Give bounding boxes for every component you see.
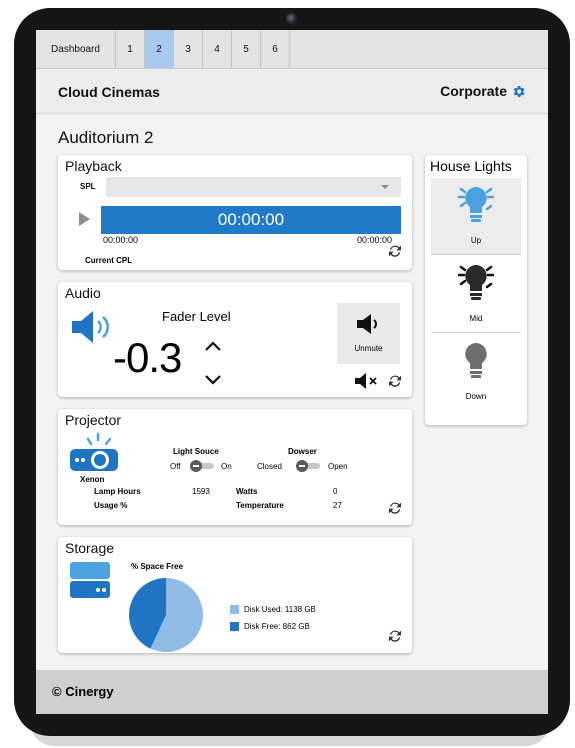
app-screen: Dashboard 1 2 3 4 5 6 Cloud Cinemas Corp…: [36, 30, 548, 714]
refresh-icon[interactable]: [387, 243, 403, 259]
storage-drive-icon: [70, 562, 110, 598]
projector-card: Projector Xenon Light Souce Dowser Off O…: [58, 409, 412, 525]
tab-3[interactable]: 3: [174, 30, 203, 68]
play-button[interactable]: [79, 212, 90, 226]
lightbulb-icon: [458, 187, 494, 222]
lamp-hours-label: Lamp Hours: [94, 487, 141, 496]
house-lights-title: House Lights: [430, 158, 512, 174]
projector-icon: [70, 432, 118, 471]
watts-label: Watts: [236, 487, 258, 496]
time-start: 00:00:00: [103, 235, 139, 245]
light-on-label: On: [221, 462, 232, 471]
legend-used: Disk Used: 1138 GB: [244, 605, 316, 614]
unmute-label: Unmute: [354, 344, 383, 353]
audio-card: Audio Fader Level -0.3 Unmute: [58, 282, 412, 397]
legend-free: Disk Free: 862 GB: [244, 622, 310, 631]
projector-title: Projector: [65, 412, 122, 428]
lightbulb-icon: [465, 343, 487, 378]
tab-4[interactable]: 4: [203, 30, 232, 68]
current-cpl-label: Current CPL: [85, 256, 133, 265]
temperature-value: 27: [333, 501, 342, 510]
footer: © Cinergy: [36, 670, 548, 714]
toggle-knob: [190, 460, 202, 472]
refresh-icon[interactable]: [387, 373, 403, 389]
light-source-label: Light Souce: [173, 447, 219, 456]
temperature-label: Temperature: [236, 501, 284, 510]
gear-icon: [513, 85, 525, 97]
fader-level-value: -0.3: [113, 334, 182, 381]
chevron-down-icon[interactable]: [204, 374, 222, 386]
org-label: Corporate: [440, 83, 507, 99]
audio-title: Audio: [65, 285, 101, 301]
fader-level-label: Fader Level: [162, 309, 231, 324]
copyright-text: © Cinergy: [52, 684, 114, 699]
lights-mid-label: Mid: [469, 314, 483, 323]
lights-down-button[interactable]: Down: [431, 334, 521, 411]
main-content: Auditorium 2 Playback SPL 00:00:00 00:00…: [36, 115, 548, 670]
toggle-knob: [296, 460, 308, 472]
tab-bar: Dashboard 1 2 3 4 5 6: [36, 30, 548, 69]
disk-usage-pie-chart: [129, 578, 203, 652]
page-title: Auditorium 2: [58, 128, 154, 147]
dowser-open-label: Open: [328, 462, 348, 471]
lights-up-label: Up: [470, 236, 482, 245]
dowser-label: Dowser: [288, 447, 317, 456]
tab-dashboard[interactable]: Dashboard: [36, 30, 116, 68]
lights-mid-button[interactable]: Mid: [431, 256, 521, 333]
light-off-label: Off: [170, 462, 181, 471]
light-source-toggle[interactable]: [190, 460, 214, 472]
camera-icon: [286, 13, 298, 25]
space-free-label: % Space Free: [131, 562, 184, 571]
mute-icon[interactable]: [354, 373, 384, 389]
lamp-type: Xenon: [80, 475, 105, 484]
lights-down-label: Down: [465, 392, 487, 401]
app-title: Cloud Cinemas: [58, 84, 160, 100]
timecode: 00:00:00: [217, 210, 285, 229]
chevron-down-icon: [381, 185, 389, 189]
tab-5[interactable]: 5: [232, 30, 261, 68]
tab-1[interactable]: 1: [116, 30, 145, 68]
storage-title: Storage: [65, 540, 115, 556]
app-header: Cloud Cinemas Corporate: [36, 70, 548, 114]
speaker-icon: [72, 311, 109, 343]
refresh-icon[interactable]: [387, 500, 403, 516]
refresh-icon[interactable]: [387, 628, 403, 644]
lights-up-button[interactable]: Up: [431, 178, 521, 255]
house-lights-card: House Lights Up Mid Down: [425, 155, 527, 425]
spl-select[interactable]: [106, 177, 401, 197]
playback-card: Playback SPL 00:00:00 00:00:00 00:00:00 …: [58, 155, 412, 270]
tab-2[interactable]: 2: [145, 30, 174, 68]
lamp-hours-value: 1593: [192, 487, 210, 496]
dowser-closed-label: Closed: [257, 462, 282, 471]
playback-title: Playback: [65, 158, 122, 174]
org-settings-button[interactable]: Corporate: [440, 83, 526, 99]
legend-used-swatch: [230, 605, 239, 614]
unmute-button[interactable]: Unmute: [337, 303, 400, 364]
usage-label: Usage %: [94, 501, 128, 510]
tab-6[interactable]: 6: [261, 30, 290, 68]
watts-value: 0: [333, 487, 338, 496]
speaker-icon: [357, 314, 377, 334]
lightbulb-icon: [458, 265, 494, 300]
storage-card: Storage % Space Free Disk Used: 1138 GB …: [58, 537, 412, 653]
spl-label: SPL: [80, 182, 96, 191]
playback-progress-bar[interactable]: 00:00:00: [101, 206, 401, 234]
chevron-up-icon[interactable]: [204, 340, 222, 352]
legend-free-swatch: [230, 622, 239, 631]
dowser-toggle[interactable]: [296, 460, 320, 472]
